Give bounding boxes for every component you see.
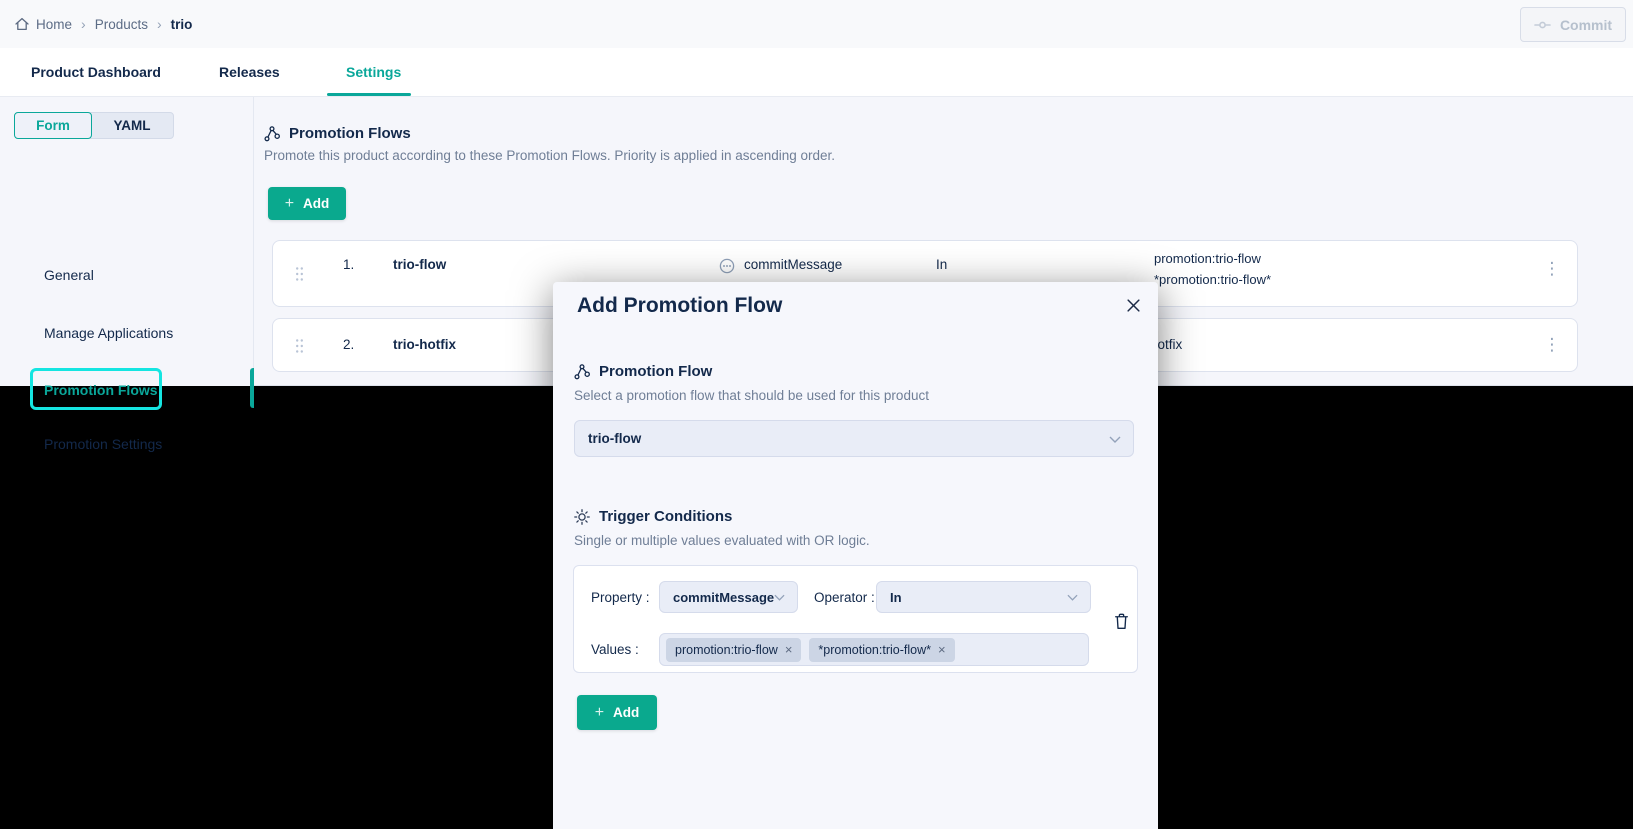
breadcrumb: Home › Products › trio — [14, 0, 192, 48]
sidebar-item-promotion-settings[interactable]: Promotion Settings — [44, 436, 162, 452]
tag-label: *promotion:trio-flow* — [818, 643, 931, 657]
flow-section-title: Promotion Flow — [599, 363, 712, 380]
values-label: Values : — [591, 642, 639, 657]
active-tab-underline — [327, 93, 411, 96]
drag-handle-icon[interactable] — [295, 338, 304, 354]
add-button-label: Add — [303, 196, 329, 211]
chevron-right-icon: › — [81, 16, 86, 32]
page-title: Promotion Flows — [289, 125, 411, 142]
chevron-down-icon — [1067, 594, 1078, 601]
tag-label: promotion:trio-flow — [675, 643, 778, 657]
commit-button[interactable]: Commit — [1520, 7, 1626, 42]
breadcrumb-home-label: Home — [36, 17, 72, 32]
close-icon[interactable] — [1123, 295, 1143, 315]
chevron-down-icon — [1109, 436, 1121, 443]
active-item-indicator — [250, 368, 254, 408]
tabs-bar: Product Dashboard Releases Settings — [0, 48, 1633, 97]
row-value: promotion:trio-flow — [1154, 248, 1271, 269]
flow-name-link[interactable]: trio-hotfix — [393, 337, 456, 352]
property-label: Property : — [591, 590, 650, 605]
row-property: commitMessage — [744, 257, 842, 272]
operator-select[interactable]: In — [876, 581, 1091, 613]
flow-name-link[interactable]: trio-flow — [393, 257, 446, 272]
modal-add-button-label: Add — [613, 705, 639, 720]
values-input[interactable]: promotion:trio-flow × *promotion:trio-fl… — [659, 633, 1089, 666]
row-value: *promotion:trio-flow* — [1154, 269, 1271, 290]
add-promotion-flow-modal: Add Promotion Flow Promotion Flow Select… — [553, 282, 1158, 829]
trigger-section-description: Single or multiple values evaluated with… — [574, 533, 870, 548]
breadcrumb-current: trio — [171, 17, 193, 32]
screenshot-stage: Home › Products › trio Commit Produ — [0, 0, 1633, 829]
breadcrumb-products-link[interactable]: Products — [95, 17, 148, 32]
breadcrumb-products-label: Products — [95, 17, 148, 32]
chevron-down-icon — [774, 594, 785, 601]
sidebar-item-general[interactable]: General — [44, 267, 94, 283]
git-commit-icon — [1534, 17, 1551, 33]
modal-add-button[interactable]: + Add — [577, 695, 657, 730]
view-toggle: Form YAML — [14, 112, 174, 139]
trigger-condition-card: Property : commitMessage Operator : In — [573, 565, 1138, 673]
commit-message-icon — [719, 258, 735, 274]
row-operator: In — [936, 257, 947, 272]
selected-flow: trio-flow — [575, 431, 641, 446]
flow-section-description: Select a promotion flow that should be u… — [574, 388, 929, 403]
tab-product-dashboard[interactable]: Product Dashboard — [31, 48, 161, 97]
value-tag: *promotion:trio-flow* × — [809, 638, 954, 662]
form-toggle-button[interactable]: Form — [14, 112, 92, 139]
gear-icon — [574, 509, 590, 525]
row-order: 2. — [343, 337, 354, 352]
page-description: Promote this product according to these … — [264, 148, 835, 163]
value-tag: promotion:trio-flow × — [666, 638, 801, 662]
tag-remove-icon[interactable]: × — [785, 642, 793, 657]
plus-icon: + — [285, 195, 294, 213]
modal-title: Add Promotion Flow — [577, 294, 782, 318]
operator-label: Operator : — [814, 590, 875, 605]
home-icon — [14, 16, 30, 32]
breadcrumb-home-link[interactable]: Home — [14, 16, 72, 32]
selected-operator: In — [877, 590, 902, 605]
tag-remove-icon[interactable]: × — [938, 642, 946, 657]
promotion-flow-icon — [264, 126, 280, 142]
tab-releases[interactable]: Releases — [219, 48, 280, 97]
delete-condition-button[interactable] — [1110, 608, 1132, 634]
commit-button-label: Commit — [1560, 17, 1612, 33]
row-values: promotion:trio-flow *promotion:trio-flow… — [1154, 248, 1271, 290]
add-promotion-flow-button[interactable]: + Add — [268, 187, 346, 220]
row-order: 1. — [343, 257, 354, 272]
trigger-section-title: Trigger Conditions — [599, 508, 732, 525]
promotion-flow-select[interactable]: trio-flow — [574, 420, 1134, 457]
chevron-right-icon: › — [157, 16, 162, 32]
yaml-toggle-button[interactable]: YAML — [90, 112, 174, 139]
sidebar-item-promotion-flows[interactable]: Promotion Flows — [44, 382, 158, 398]
drag-handle-icon[interactable] — [295, 266, 304, 282]
settings-sidebar: Form YAML General Manage Applications Pr… — [0, 97, 254, 386]
property-select[interactable]: commitMessage — [659, 581, 798, 613]
top-bar: Home › Products › trio Commit — [0, 0, 1633, 48]
plus-icon: + — [595, 704, 604, 722]
sidebar-item-manage-applications[interactable]: Manage Applications — [44, 325, 173, 341]
selected-property: commitMessage — [660, 590, 774, 605]
kebab-menu-icon[interactable]: ⋮ — [1541, 332, 1563, 358]
tab-settings[interactable]: Settings — [346, 48, 401, 97]
kebab-menu-icon[interactable]: ⋮ — [1541, 256, 1563, 282]
promotion-flow-icon — [574, 364, 590, 380]
